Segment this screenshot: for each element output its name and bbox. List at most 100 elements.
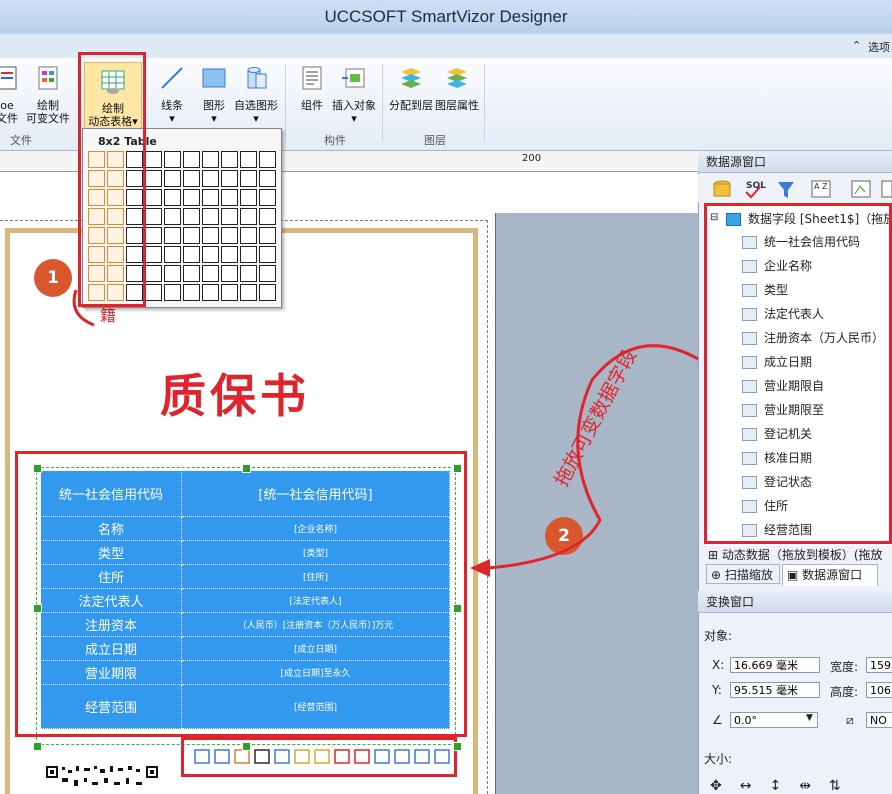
table-grid-cell[interactable] [164, 151, 181, 168]
resize-handle[interactable] [33, 464, 42, 473]
table-grid-cell[interactable] [164, 170, 181, 187]
insert-object-button[interactable]: 插入对象 ▾ [330, 64, 378, 125]
datasource-header: 数据源窗口 [698, 151, 892, 173]
table-grid-cell[interactable] [145, 189, 162, 206]
line-button[interactable]: 线条 ▾ [150, 64, 194, 125]
certificate-heading[interactable]: 质保书 [60, 360, 410, 426]
table-grid-cell[interactable] [259, 170, 276, 187]
table-grid-cell[interactable] [183, 227, 200, 244]
tree-dynamic-node[interactable]: ⊞ 动态数据（拖放到模板）(拖放 [708, 546, 883, 563]
file-button[interactable]: oe 文件 [0, 64, 20, 125]
size-label: 大小: [704, 752, 733, 766]
line-icon [161, 67, 183, 89]
cylinder-icon [247, 67, 267, 89]
custom-shape-button[interactable]: 自选图形 ▾ [232, 64, 280, 125]
table-grid-cell[interactable] [183, 151, 200, 168]
table-grid-cell[interactable] [259, 151, 276, 168]
table-grid-cell[interactable] [202, 284, 219, 301]
table-grid-cell[interactable] [145, 151, 162, 168]
table-grid-cell[interactable] [183, 208, 200, 225]
table-grid-cell[interactable] [183, 246, 200, 263]
y-input[interactable] [730, 682, 820, 698]
table-grid-cell[interactable] [202, 246, 219, 263]
table-grid-cell[interactable] [221, 265, 238, 282]
table-grid-cell[interactable] [240, 151, 257, 168]
assign-layer-button[interactable]: 分配到层 [388, 64, 434, 112]
table-grid-cell[interactable] [240, 265, 257, 282]
x-input[interactable] [730, 657, 820, 673]
resize-handle[interactable] [453, 604, 462, 613]
shape-button[interactable]: 图形 ▾ [192, 64, 236, 125]
table-grid-cell[interactable] [221, 227, 238, 244]
table-grid-cell[interactable] [221, 151, 238, 168]
table-grid-cell[interactable] [183, 189, 200, 206]
layer-properties-button[interactable]: 图层属性 [434, 64, 480, 112]
table-grid-cell[interactable] [145, 284, 162, 301]
resize-handle[interactable] [33, 604, 42, 613]
tab-datasource[interactable]: ▣ 数据源窗口 [782, 564, 878, 586]
table-grid-cell[interactable] [145, 170, 162, 187]
size-tools[interactable]: ✥↔↕⇹⇅ [710, 778, 859, 794]
table-grid-cell[interactable] [240, 284, 257, 301]
table-grid-cell[interactable] [221, 284, 238, 301]
table-grid-cell[interactable] [164, 284, 181, 301]
angle-select[interactable] [730, 712, 818, 728]
table-grid-cell[interactable] [183, 265, 200, 282]
table-grid-cell[interactable] [259, 265, 276, 282]
table-grid-cell[interactable] [240, 246, 257, 263]
table-grid-cell[interactable] [240, 189, 257, 206]
step-badge-2: 2 [545, 517, 583, 555]
skew-input[interactable] [866, 712, 892, 728]
table-grid-cell[interactable] [259, 208, 276, 225]
tab-scan-zoom[interactable]: ⊕ 扫描缩放 [706, 564, 780, 584]
table-grid-cell[interactable] [240, 227, 257, 244]
width-input[interactable] [866, 657, 892, 673]
table-grid-cell[interactable] [164, 208, 181, 225]
table-grid-cell[interactable] [221, 170, 238, 187]
table-grid-cell[interactable] [259, 227, 276, 244]
table-grid-cell[interactable] [202, 151, 219, 168]
table-grid-cell[interactable] [202, 189, 219, 206]
resize-handle[interactable] [242, 464, 251, 473]
x-label: X: [712, 658, 725, 672]
table-grid-cell[interactable] [164, 189, 181, 206]
resize-handle[interactable] [453, 742, 462, 751]
table-grid-cell[interactable] [240, 170, 257, 187]
draw-variable-file-button[interactable]: 绘制 可变文件 [22, 64, 74, 125]
table-grid-cell[interactable] [202, 208, 219, 225]
table-grid-cell[interactable] [221, 189, 238, 206]
ribbon-separator [484, 64, 485, 142]
table-grid-cell[interactable] [221, 208, 238, 225]
collapse-icon[interactable]: ⌃ [852, 39, 861, 52]
table-grid-cell[interactable] [164, 227, 181, 244]
table-grid-cell[interactable] [202, 170, 219, 187]
table-grid-cell[interactable] [202, 227, 219, 244]
table-grid-cell[interactable] [240, 208, 257, 225]
table-grid-cell[interactable] [145, 265, 162, 282]
svg-text:A Z: A Z [814, 182, 828, 191]
table-grid-cell[interactable] [259, 246, 276, 263]
step-badge-1: 1 [34, 259, 72, 297]
table-grid-cell[interactable] [183, 170, 200, 187]
table-grid-cell[interactable] [164, 265, 181, 282]
resize-handle[interactable] [33, 742, 42, 751]
table-grid-cell[interactable] [259, 284, 276, 301]
resize-handle[interactable] [453, 464, 462, 473]
component-button[interactable]: 组件 [294, 64, 330, 112]
chevron-down-icon[interactable]: ▼ [806, 713, 813, 723]
height-input[interactable] [866, 682, 892, 698]
resize-handle[interactable] [242, 742, 251, 751]
table-grid-cell[interactable] [145, 246, 162, 263]
table-grid-cell[interactable] [145, 227, 162, 244]
options-link[interactable]: 选项 [868, 39, 890, 55]
table-grid-cell[interactable] [183, 284, 200, 301]
table-grid-cell[interactable] [221, 246, 238, 263]
table-grid-cell[interactable] [259, 189, 276, 206]
table-grid-cell[interactable] [164, 246, 181, 263]
skew-icon: ⧄ [846, 713, 854, 727]
table-grid-cell[interactable] [202, 265, 219, 282]
highlight-box-toolbar [181, 737, 457, 777]
table-grid-cell[interactable] [145, 208, 162, 225]
ribbon-separator [285, 64, 286, 142]
component-icon [302, 66, 322, 90]
